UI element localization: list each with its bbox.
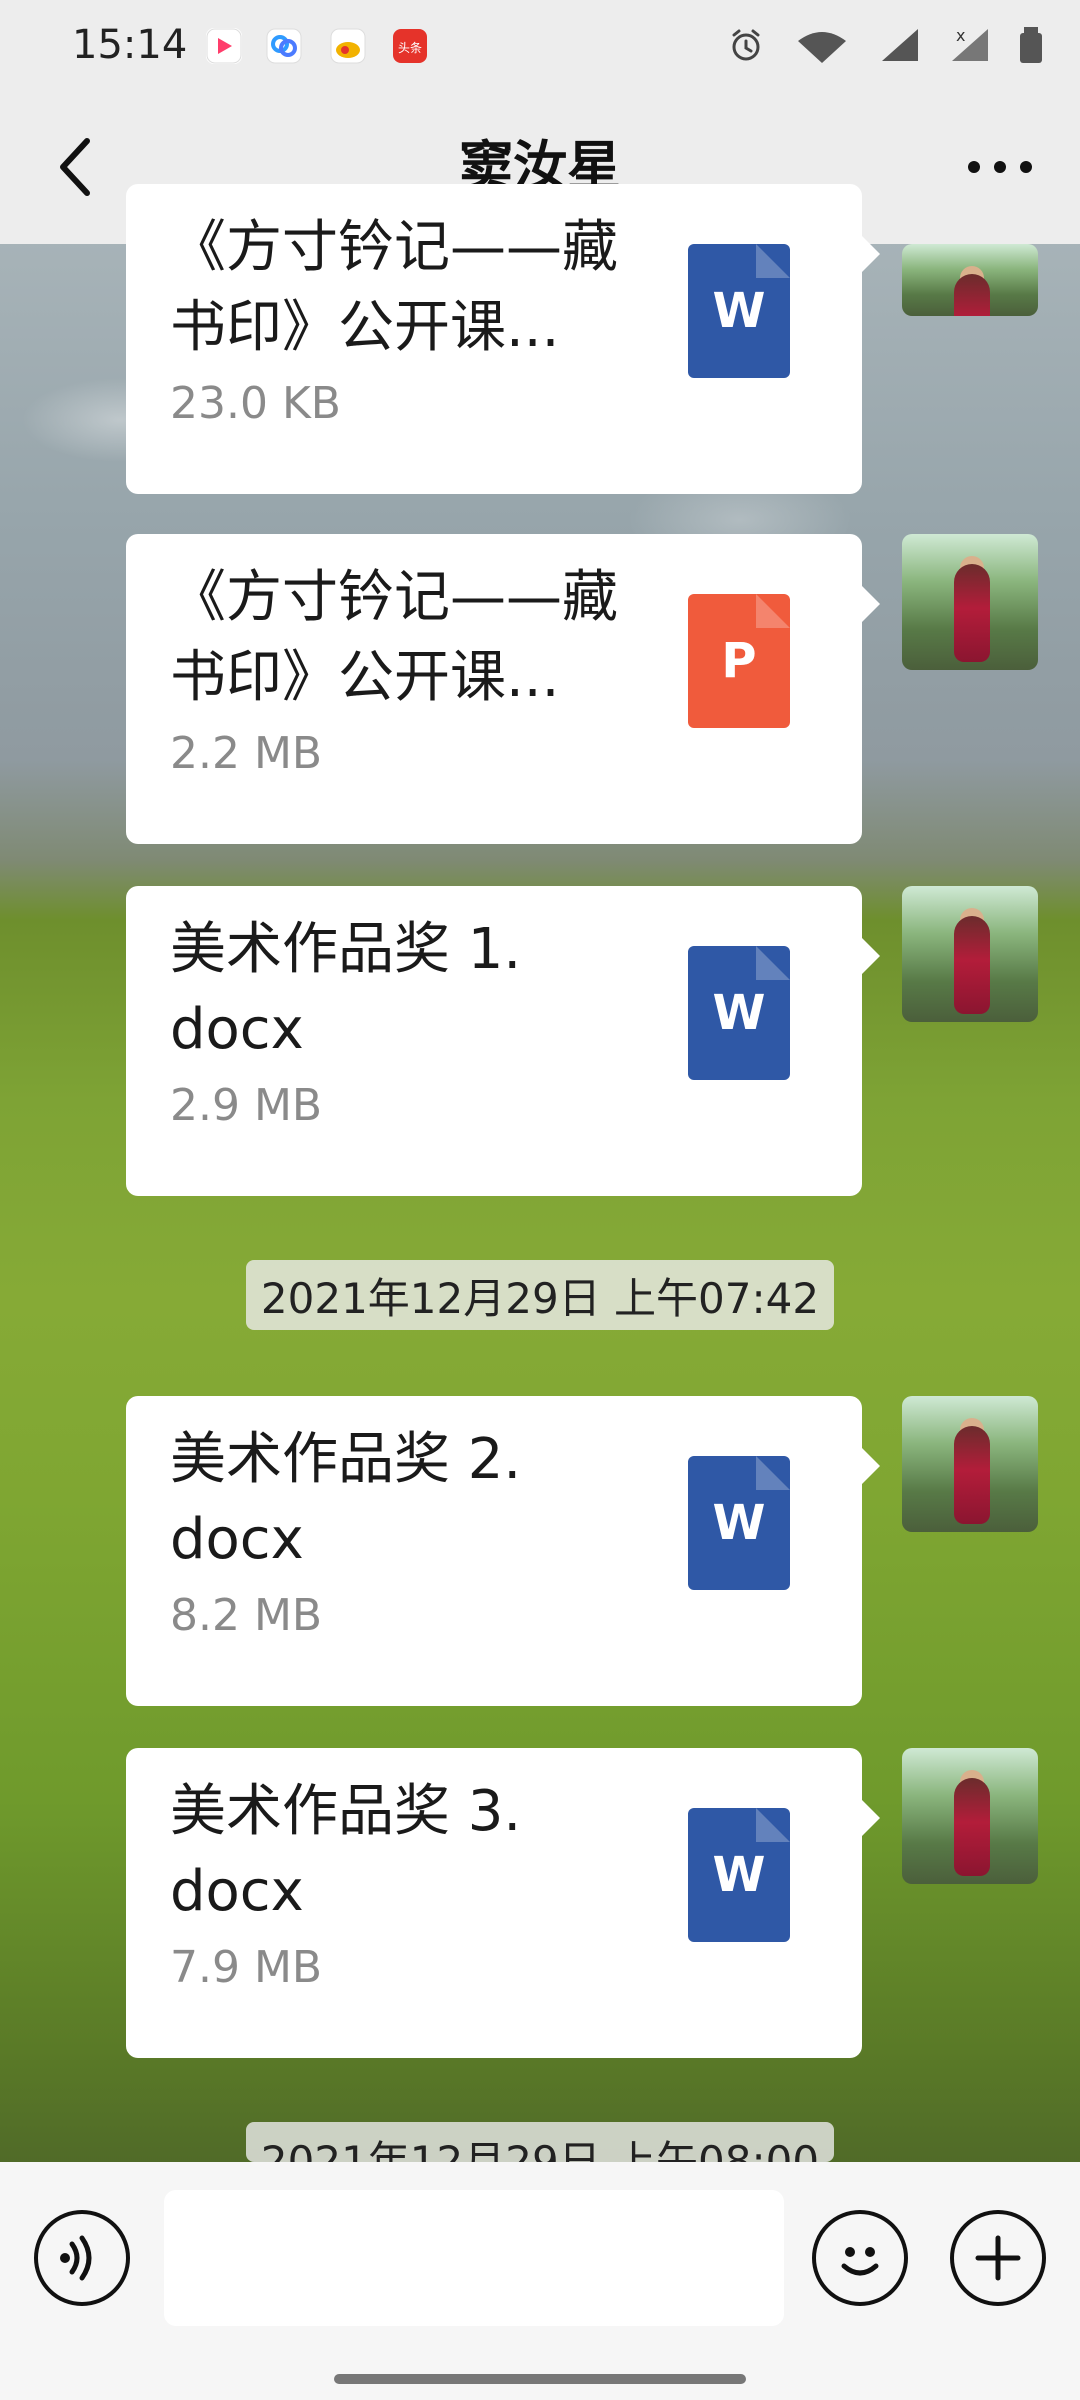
file-name: 美术作品奖 1. docx — [170, 917, 522, 1062]
svg-text:x: x — [956, 26, 965, 45]
battery-icon — [1018, 25, 1044, 69]
more-dots-icon — [968, 161, 1032, 173]
file-icon-letter: W — [712, 985, 766, 1041]
file-message[interactable]: 《方寸钤记——藏书印》公开课... 2.2 MB P — [126, 534, 880, 844]
toutiao-icon: 头条 — [392, 28, 428, 64]
chat-timestamp: 2021年12月29日 上午08:00 — [246, 2122, 834, 2162]
message-input[interactable] — [164, 2190, 784, 2326]
avatar[interactable] — [902, 244, 1038, 316]
baidu-netdisk-icon — [266, 28, 302, 64]
status-icons: x — [726, 26, 1044, 68]
more-actions-button[interactable] — [950, 2210, 1046, 2306]
voice-icon — [60, 2235, 92, 2281]
file-size: 7.9 MB — [170, 1942, 323, 1993]
file-message[interactable]: 《方寸钤记——藏书印》公开课... 23.0 KB W — [126, 184, 880, 494]
file-name: 美术作品奖 3. docx — [170, 1779, 522, 1924]
signal-x-icon: x — [948, 25, 992, 69]
powerpoint-file-icon: P — [688, 594, 790, 728]
home-indicator[interactable] — [334, 2374, 746, 2384]
file-message[interactable]: 美术作品奖 2. docx 8.2 MB W — [126, 1396, 880, 1706]
wifi-icon — [792, 25, 852, 69]
file-icon-letter: W — [712, 283, 766, 339]
file-name: 《方寸钤记——藏书印》公开课... — [170, 215, 618, 360]
weibo-icon — [330, 28, 366, 64]
file-size: 2.9 MB — [170, 1080, 323, 1131]
file-size: 23.0 KB — [170, 378, 341, 429]
file-icon-letter: P — [721, 633, 757, 689]
file-icon-letter: W — [712, 1495, 766, 1551]
file-message[interactable]: 美术作品奖 1. docx 2.9 MB W — [126, 886, 880, 1196]
status-time: 15:14 — [72, 22, 188, 68]
avatar[interactable] — [902, 534, 1038, 670]
avatar[interactable] — [902, 1748, 1038, 1884]
file-size: 2.2 MB — [170, 728, 323, 779]
word-file-icon: W — [688, 244, 790, 378]
file-name: 《方寸钤记——藏书印》公开课... — [170, 565, 618, 710]
emoji-button[interactable] — [812, 2210, 908, 2306]
word-file-icon: W — [688, 946, 790, 1080]
file-icon-letter: W — [712, 1847, 766, 1903]
plus-icon — [975, 2235, 1021, 2281]
more-options-button[interactable] — [960, 137, 1040, 197]
signal-icon — [878, 25, 922, 69]
avatar[interactable] — [902, 1396, 1038, 1532]
file-size: 8.2 MB — [170, 1590, 323, 1641]
file-name: 美术作品奖 2. docx — [170, 1427, 522, 1572]
youku-icon — [206, 28, 242, 64]
message-input-bar — [0, 2162, 1080, 2400]
status-bar: 15:14 头条 x — [0, 0, 1080, 92]
alarm-icon — [726, 25, 766, 69]
svg-text:头条: 头条 — [398, 41, 422, 55]
word-file-icon: W — [688, 1808, 790, 1942]
chat-timestamp: 2021年12月29日 上午07:42 — [246, 1260, 834, 1330]
voice-input-button[interactable] — [34, 2210, 130, 2306]
smiley-icon — [841, 2247, 879, 2276]
file-message[interactable]: 美术作品奖 3. docx 7.9 MB W — [126, 1748, 880, 2058]
word-file-icon: W — [688, 1456, 790, 1590]
avatar[interactable] — [902, 886, 1038, 1022]
